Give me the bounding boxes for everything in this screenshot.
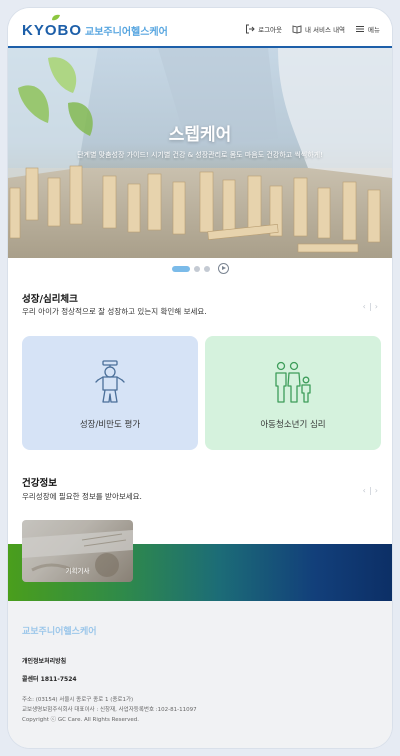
logo[interactable]: KYOBO 교보주니어헬스케어 [22,14,168,39]
call-center-number[interactable]: 콜센터 1811-7524 [22,674,77,683]
logout-icon [246,24,255,34]
menu-label: 메뉴 [368,26,380,34]
my-services-button[interactable]: 내 서비스 내역 [292,24,345,34]
chevron-right-icon[interactable]: › [375,302,378,311]
growth-section-title: 성장/심리체크 [22,294,78,305]
growth-obesity-label: 성장/비만도 평가 [79,420,141,430]
play-icon[interactable] [217,263,229,274]
pager-dot-3[interactable] [203,265,210,272]
banner-subtitle: 단계별 맞춤성장 가이드! 시기별 건강 & 성장관리로 몸도 마음도 건강하고… [77,151,323,159]
chevron-left-icon[interactable]: ‹ [363,302,366,311]
logout-label: 로그아웃 [258,26,283,34]
chevron-right-icon[interactable]: › [375,486,378,495]
family-icon [205,360,381,404]
arrow-divider [369,486,371,495]
feature-article-card[interactable]: 기획기사 [22,520,133,582]
menu-button[interactable]: 메뉴 [355,24,380,34]
growth-section-desc: 우리 아이가 정상적으로 잘 성장하고 있는지 확인해 보세요. [22,307,207,316]
my-services-label: 내 서비스 내역 [305,26,346,34]
growth-obesity-card[interactable]: 성장/비만도 평가 [22,336,198,450]
logo-subtitle: 교보주니어헬스케어 [85,27,168,38]
feature-article-label: 기획기사 [65,567,90,575]
footer-address: 주소: (03154) 서울시 종로구 종로 1 (종로1가) [22,697,134,703]
logo-brand: KYOBO [22,22,83,39]
pager-dot-1[interactable] [171,265,190,272]
health-section-desc: 우리성장에 필요한 정보를 받아보세요. [22,492,142,501]
hero-banner[interactable]: 스텝케어 단계별 맞춤성장 가이드! 시기별 건강 & 성장관리로 몸도 마음도… [8,48,392,258]
child-growth-icon [22,360,198,404]
app-screen: KYOBO 교보주니어헬스케어 로그아웃 내 서비스 내역 메뉴 스텝케어 단계… [8,8,392,748]
book-icon [292,25,302,34]
child-psychology-label: 아동청소년기 심리 [260,420,326,430]
hamburger-icon [356,26,365,32]
footer: 교보주니어헬스케어 개인정보처리방침 콜센터 1811-7524 주소: (03… [8,601,392,748]
banner-title: 스텝케어 [168,125,232,145]
top-header: KYOBO 교보주니어헬스케어 로그아웃 내 서비스 내역 메뉴 [8,8,392,48]
footer-copyright: Copyright ⓒ GC Care. All Rights Reserved… [22,717,139,723]
pager-dot-2[interactable] [193,265,200,272]
arrow-divider [369,302,371,311]
privacy-policy-link[interactable]: 개인정보처리방침 [22,656,66,665]
banner-pager [8,263,392,274]
footer-brand: 교보주니어헬스케어 [22,627,97,637]
device-frame: KYOBO 교보주니어헬스케어 로그아웃 내 서비스 내역 메뉴 스텝케어 단계… [8,8,392,748]
logout-button[interactable]: 로그아웃 [245,24,282,34]
health-section-title: 건강정보 [22,478,57,489]
header-nav: 로그아웃 내 서비스 내역 메뉴 [245,24,380,34]
health-carousel-arrows: ‹ › [363,486,378,495]
footer-company-info: 교보생명보험주식회사 대표이사 : 신창재, 사업자등록번호 :102-81-1… [22,707,197,713]
leaf-icon [52,14,60,21]
chevron-left-icon[interactable]: ‹ [363,486,366,495]
child-psychology-card[interactable]: 아동청소년기 심리 [205,336,381,450]
growth-carousel-arrows: ‹ › [363,302,378,311]
